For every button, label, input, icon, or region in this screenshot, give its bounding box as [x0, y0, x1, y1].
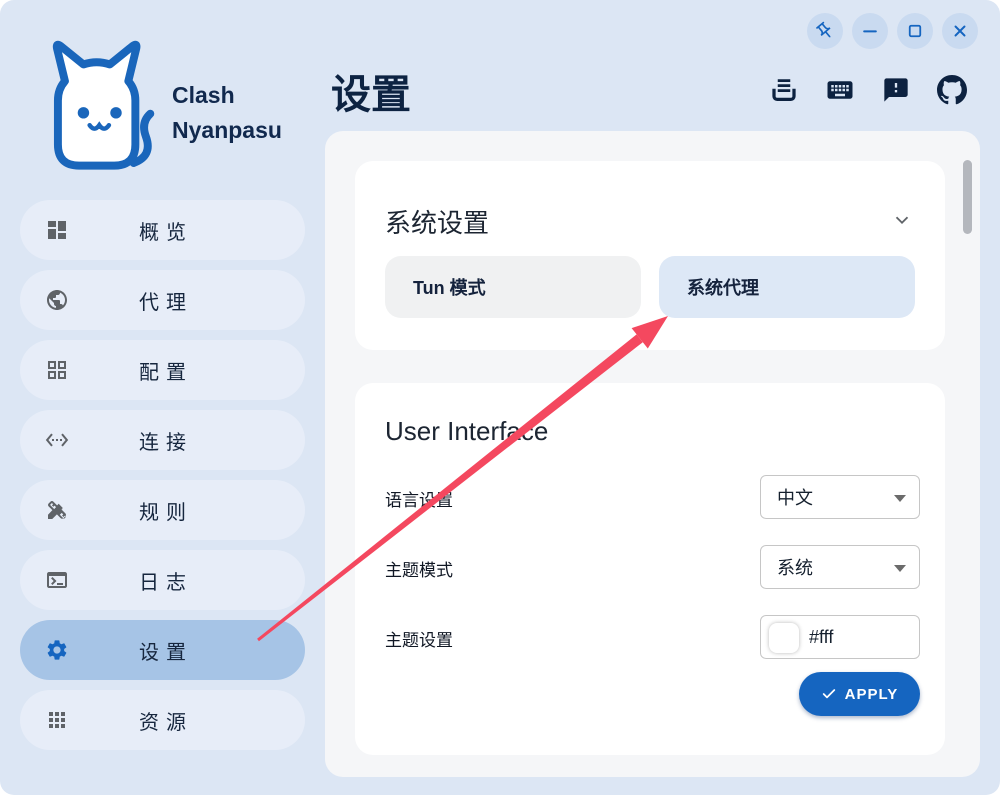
sidebar-item-label: 设置 — [132, 636, 193, 665]
user-interface-card: User Interface 语言设置 中文 主题模式 系统 主题设置 #fff… — [355, 383, 945, 755]
maximize-icon — [906, 22, 924, 40]
theme-mode-select-value: 系统 — [761, 554, 813, 580]
sidebar-item-settings[interactable]: 设置 — [20, 620, 305, 680]
sidebar-item-proxies[interactable]: 代理 — [20, 270, 305, 330]
system-settings-card: 系统设置 Tun 模式 系统代理 — [355, 161, 945, 350]
app-logo-cat — [28, 34, 160, 182]
keyboard-icon — [825, 75, 855, 105]
theme-setting-label: 主题设置 — [385, 626, 453, 651]
close-button[interactable] — [942, 13, 978, 49]
apply-button[interactable]: APPLY — [799, 672, 920, 716]
minimize-button[interactable] — [852, 13, 888, 49]
sidebar-item-label: 资源 — [132, 706, 193, 735]
sidebar-item-overview[interactable]: 概览 — [20, 200, 305, 260]
dashboard-icon — [45, 218, 69, 242]
app-window: Clash Nyanpasu 概览 代理 配置 连接 — [0, 0, 1000, 795]
scrollbar-thumb[interactable] — [963, 160, 972, 234]
sidebar-item-label: 配置 — [132, 356, 193, 385]
app-name-line2: Nyanpasu — [172, 113, 282, 148]
terminal-icon — [45, 568, 69, 592]
theme-mode-label: 主题模式 — [385, 556, 453, 581]
github-icon — [937, 75, 967, 105]
feedback-icon — [882, 76, 910, 104]
sidebar-item-profiles[interactable]: 配置 — [20, 340, 305, 400]
language-select[interactable]: 中文 — [760, 475, 920, 519]
logs-tray-icon — [769, 75, 799, 105]
close-icon — [951, 22, 969, 40]
check-icon — [821, 686, 837, 702]
sidebar-item-label: 连接 — [132, 426, 193, 455]
app-name: Clash Nyanpasu — [172, 78, 282, 148]
ui-card-title: User Interface — [385, 416, 548, 447]
collapse-toggle[interactable] — [891, 209, 913, 231]
language-setting-label: 语言设置 — [385, 486, 453, 511]
feedback-button[interactable] — [880, 74, 912, 106]
minimize-icon — [860, 21, 880, 41]
maximize-button[interactable] — [897, 13, 933, 49]
chevron-down-icon — [891, 209, 913, 231]
system-settings-buttons: Tun 模式 系统代理 — [385, 256, 915, 318]
sidebar-item-label: 规则 — [132, 496, 193, 525]
theme-mode-select[interactable]: 系统 — [760, 545, 920, 589]
system-proxy-button[interactable]: 系统代理 — [659, 256, 915, 318]
sidebar-nav: 概览 代理 配置 连接 规则 — [20, 200, 305, 750]
apps-icon — [45, 708, 69, 732]
header-toolbar — [768, 74, 968, 106]
sidebar-item-label: 日志 — [132, 566, 193, 595]
apply-button-label: APPLY — [845, 686, 899, 703]
github-button[interactable] — [936, 74, 968, 106]
sidebar-item-logs[interactable]: 日志 — [20, 550, 305, 610]
sidebar-item-label: 概览 — [132, 216, 193, 245]
app-name-line1: Clash — [172, 78, 282, 113]
rules-icon — [45, 498, 69, 522]
system-card-title: 系统设置 — [385, 203, 489, 240]
theme-color-input[interactable]: #fff — [760, 615, 920, 659]
pin-icon — [811, 17, 839, 45]
keyboard-button[interactable] — [824, 74, 856, 106]
sidebar-item-label: 代理 — [132, 286, 193, 315]
language-select-value: 中文 — [761, 484, 813, 510]
connections-icon — [45, 428, 69, 452]
tun-mode-button[interactable]: Tun 模式 — [385, 256, 641, 318]
color-swatch[interactable] — [769, 623, 799, 653]
theme-color-value: #fff — [809, 627, 833, 648]
dropdown-caret-icon — [894, 495, 906, 502]
gear-icon — [45, 638, 69, 662]
sidebar-item-resources[interactable]: 资源 — [20, 690, 305, 750]
grid-icon — [45, 358, 69, 382]
page-title: 设置 — [331, 62, 411, 120]
dropdown-caret-icon — [894, 565, 906, 572]
sidebar-item-rules[interactable]: 规则 — [20, 480, 305, 540]
sidebar-item-connections[interactable]: 连接 — [20, 410, 305, 470]
logs-tray-button[interactable] — [768, 74, 800, 106]
pin-window-button[interactable] — [807, 13, 843, 49]
globe-icon — [45, 288, 69, 312]
